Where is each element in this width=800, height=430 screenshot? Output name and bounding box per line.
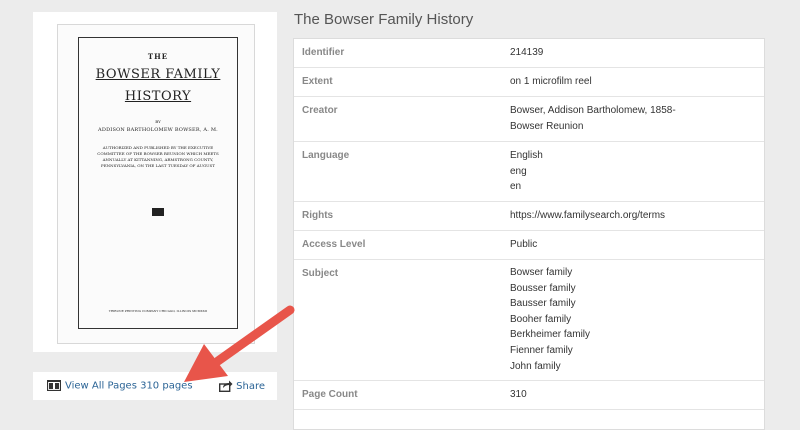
book-cover-image[interactable]: THE BOWSER FAMILY HISTORY BY ADDISON BAR… (57, 24, 255, 344)
share-link[interactable]: Share (219, 380, 265, 393)
cover-the: THE (147, 52, 169, 61)
subject-value: John family (510, 360, 561, 372)
rights-label: Rights (302, 210, 334, 221)
extent-value: on 1 microfilm reel (510, 76, 592, 87)
metadata-row-language: Language English eng en (294, 142, 764, 202)
book-cover-card[interactable]: THE BOWSER FAMILY HISTORY BY ADDISON BAR… (33, 12, 277, 352)
film-icon (46, 379, 62, 392)
language-value: English (510, 150, 543, 161)
access-level-value: Public (510, 239, 538, 250)
view-all-pages-link[interactable]: View All Pages 310 pages (46, 379, 193, 392)
cover-publisher: TRIBUNE PRINTING COMPANY CHICAGO, ILLINO… (108, 309, 208, 313)
creator-values: Bowser, Addison Bartholomew, 1858- Bowse… (510, 103, 676, 134)
access-level-label: Access Level (302, 239, 366, 250)
cover-by: BY (155, 119, 161, 124)
creator-value: Bowser Reunion (510, 120, 584, 132)
metadata-table: Identifier 214139 Extent on 1 microfilm … (293, 38, 765, 430)
identifier-values: 214139 (510, 45, 543, 61)
language-values: English eng en (510, 148, 543, 195)
metadata-row-creator: Creator Bowser, Addison Bartholomew, 185… (294, 97, 764, 142)
access-level-values: Public (510, 237, 537, 253)
cover-authorization: AUTHORIZED AND PUBLISHED BY THE EXECUTIV… (97, 145, 219, 168)
extent-label: Extent (302, 76, 333, 87)
subject-value: Booher family (510, 313, 572, 325)
metadata-row-identifier: Identifier 214139 (294, 39, 764, 68)
rights-value: https://www.familysearch.org/terms (510, 210, 666, 221)
identifier-label: Identifier (302, 47, 345, 58)
language-value: en (510, 181, 522, 193)
subject-values: Bowser family Bousser family Bausser fam… (510, 265, 590, 374)
subject-value: Bousser family (510, 282, 576, 294)
pages-bar: View All Pages 310 pages Share (33, 372, 277, 400)
metadata-row-extent: Extent on 1 microfilm reel (294, 68, 764, 97)
page-title: The Bowser Family History (294, 11, 474, 28)
subject-label: Subject (302, 268, 339, 279)
creator-value: Bowser, Addison Bartholomew, 1858- (510, 105, 676, 116)
cover-title-line2: HISTORY (124, 89, 192, 104)
page-count-values: 310 (510, 387, 527, 403)
metadata-row-page-count: Page Count 310 (294, 381, 764, 410)
subject-value: Fienner family (510, 344, 573, 356)
subject-value: Bausser family (510, 298, 576, 310)
metadata-row-rights: Rights https://www.familysearch.org/term… (294, 202, 764, 231)
metadata-row-access-level: Access Level Public (294, 231, 764, 260)
rights-values: https://www.familysearch.org/terms (510, 208, 665, 224)
cover-frame: THE BOWSER FAMILY HISTORY BY ADDISON BAR… (78, 37, 238, 329)
cover-author: ADDISON BARTHOLOMEW BOWSER, A. M. (98, 127, 218, 133)
share-label: Share (236, 381, 265, 392)
subject-value: Berkheimer family (510, 329, 591, 341)
language-label: Language (302, 150, 350, 161)
page-count-value: 310 (510, 389, 527, 400)
page-count-label: Page Count (302, 389, 358, 400)
view-all-pages-label: View All Pages 310 pages (65, 380, 193, 392)
share-icon (219, 380, 233, 393)
identifier-value: 214139 (510, 47, 544, 58)
cover-title-line1: BOWSER FAMILY (95, 67, 221, 82)
printer-mark-icon (79, 201, 237, 220)
subject-value: Bowser family (510, 267, 573, 278)
language-value: eng (510, 165, 527, 177)
extent-values: on 1 microfilm reel (510, 74, 592, 90)
creator-label: Creator (302, 105, 338, 116)
metadata-row-subject: Subject Bowser family Bousser family Bau… (294, 260, 764, 381)
